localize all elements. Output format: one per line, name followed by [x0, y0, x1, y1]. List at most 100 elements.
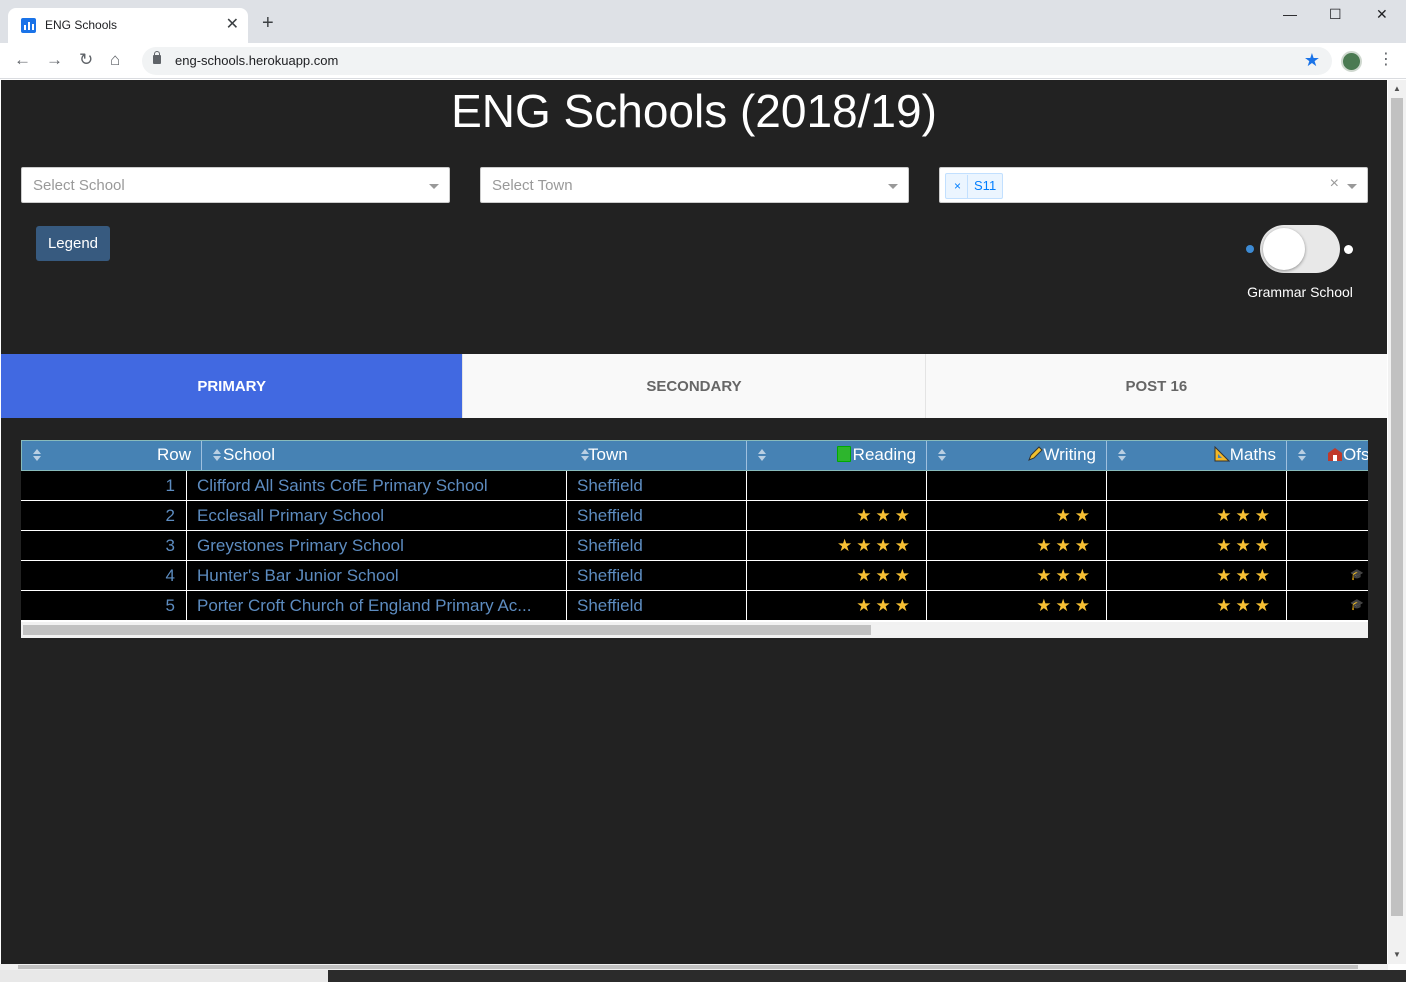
clear-icon[interactable]: ×	[1330, 175, 1339, 193]
chevron-down-icon[interactable]	[888, 184, 898, 189]
cell-row: 3	[21, 531, 187, 560]
sort-icon[interactable]	[1298, 449, 1306, 461]
scrollbar-thumb[interactable]	[23, 625, 871, 635]
toggle-off-indicator	[1246, 245, 1254, 253]
table-row[interactable]: 4 Hunter's Bar Junior School Sheffield ★…	[21, 561, 1368, 591]
header-writing[interactable]: Writing	[927, 441, 1107, 470]
cell-writing	[927, 471, 1107, 500]
chip-remove-icon[interactable]: ×	[946, 175, 969, 199]
table-row[interactable]: 5 Porter Croft Church of England Primary…	[21, 591, 1368, 621]
cell-town-link[interactable]: Sheffield	[567, 471, 747, 500]
header-writing-label: Writing	[1043, 445, 1096, 464]
table-row[interactable]: 1 Clifford All Saints CofE Primary Schoo…	[21, 471, 1368, 501]
minimize-button[interactable]: —	[1283, 6, 1297, 22]
cell-town-link[interactable]: Sheffield	[567, 501, 747, 530]
scroll-down-icon[interactable]: ▼	[1393, 950, 1401, 959]
cell-school-link[interactable]: Porter Croft Church of England Primary A…	[187, 591, 567, 620]
profile-avatar[interactable]	[1341, 51, 1362, 72]
chip-label: S11	[974, 178, 997, 193]
header-row[interactable]: Row	[22, 441, 202, 470]
school-select-placeholder: Select School	[33, 177, 125, 194]
bookmark-star-icon[interactable]: ★	[1304, 50, 1320, 71]
lock-icon	[153, 51, 161, 64]
cell-school-link[interactable]: Hunter's Bar Junior School	[187, 561, 567, 590]
cell-writing: ★★★	[927, 591, 1107, 620]
back-icon[interactable]: ←	[14, 50, 31, 70]
new-tab-button[interactable]: +	[262, 13, 274, 33]
close-window-button[interactable]: ✕	[1376, 6, 1388, 23]
book-icon	[836, 446, 851, 462]
tab-post-16[interactable]: POST 16	[924, 354, 1387, 418]
tab-secondary[interactable]: SECONDARY	[462, 354, 925, 418]
sort-icon[interactable]	[33, 449, 41, 461]
maximize-button[interactable]: ☐	[1329, 6, 1342, 23]
sort-icon[interactable]	[1118, 449, 1126, 461]
cell-school-link[interactable]: Ecclesall Primary School	[187, 501, 567, 530]
sort-icon[interactable]	[938, 449, 946, 461]
cell-reading: ★★★★	[747, 531, 927, 560]
cell-reading	[747, 471, 927, 500]
browser-tab-bar: ENG Schools ✕ + — ☐ ✕	[0, 0, 1406, 43]
cell-town-link[interactable]: Sheffield	[567, 591, 747, 620]
url-text: eng-schools.herokuapp.com	[175, 53, 339, 68]
browser-toolbar: ← → ↻ ⌂ eng-schools.herokuapp.com ★ ⋮	[0, 43, 1406, 79]
toggle-knob[interactable]	[1263, 228, 1305, 270]
school-select[interactable]: Select School	[21, 167, 450, 203]
table-row[interactable]: 3 Greystones Primary School Sheffield ★★…	[21, 531, 1368, 561]
header-town-label: Town	[588, 445, 628, 464]
tab-title: ENG Schools	[45, 18, 118, 32]
page-vertical-scrollbar[interactable]: ▲ ▼	[1388, 80, 1406, 964]
scroll-up-icon[interactable]: ▲	[1393, 84, 1401, 93]
grammar-school-toggle[interactable]	[1260, 225, 1340, 273]
browser-menu-icon[interactable]: ⋮	[1378, 50, 1394, 70]
cell-reading: ★★★	[747, 501, 927, 530]
cell-town-link[interactable]: Sheffield	[567, 561, 747, 590]
pencil-icon	[1027, 446, 1044, 462]
postcode-select[interactable]: × S11 ×	[939, 167, 1368, 203]
scrollbar-thumb[interactable]	[1391, 98, 1403, 916]
header-school[interactable]: School Town	[202, 441, 747, 470]
postcode-chip: × S11	[945, 173, 1004, 199]
cell-ofsted-graduation-cap-icon: 🎓	[1350, 569, 1364, 581]
forward-icon[interactable]: →	[46, 50, 63, 70]
header-ofsted-label: Ofs	[1343, 445, 1368, 464]
browser-tab[interactable]: ENG Schools ✕	[8, 8, 248, 43]
chevron-down-icon[interactable]	[1347, 184, 1357, 189]
cell-maths: ★★★	[1107, 561, 1287, 590]
reload-icon[interactable]: ↻	[79, 50, 93, 70]
cell-ofsted	[1287, 501, 1368, 530]
home-icon[interactable]: ⌂	[110, 50, 120, 70]
cell-ofsted	[1287, 531, 1368, 560]
school-building-icon	[1327, 446, 1342, 462]
page-title: ENG Schools (2018/19)	[451, 85, 937, 137]
header-reading[interactable]: Reading	[747, 441, 927, 470]
schools-table: Row School Town Reading Writing Maths Of…	[21, 440, 1368, 638]
cell-school-link[interactable]: Clifford All Saints CofE Primary School	[187, 471, 567, 500]
table-row[interactable]: 2 Ecclesall Primary School Sheffield ★★★…	[21, 501, 1368, 531]
cell-school-link[interactable]: Greystones Primary School	[187, 531, 567, 560]
tab-primary[interactable]: PRIMARY	[1, 354, 463, 418]
header-maths[interactable]: Maths	[1107, 441, 1287, 470]
legend-button[interactable]: Legend	[36, 226, 110, 261]
cell-maths: ★★★	[1107, 501, 1287, 530]
cell-writing: ★★	[927, 501, 1107, 530]
chevron-down-icon[interactable]	[429, 184, 439, 189]
cell-maths: ★★★	[1107, 591, 1287, 620]
cell-row: 1	[21, 471, 187, 500]
cell-maths	[1107, 471, 1287, 500]
cell-writing: ★★★	[927, 561, 1107, 590]
scrollbar-thumb[interactable]	[18, 965, 1358, 969]
table-horizontal-scrollbar[interactable]	[21, 622, 1368, 638]
toggle-on-indicator	[1344, 245, 1353, 254]
cell-town-link[interactable]: Sheffield	[567, 531, 747, 560]
sort-icon[interactable]	[758, 449, 766, 461]
header-ofsted[interactable]: Ofs	[1287, 441, 1368, 470]
address-bar[interactable]: eng-schools.herokuapp.com ★	[142, 47, 1332, 75]
cell-ofsted-graduation-cap-icon: 🎓	[1350, 599, 1364, 611]
cell-writing: ★★★	[927, 531, 1107, 560]
close-tab-icon[interactable]: ✕	[226, 15, 239, 35]
town-select[interactable]: Select Town	[480, 167, 909, 203]
sort-icon[interactable]	[213, 449, 221, 461]
sort-icon[interactable]	[581, 449, 589, 461]
cell-row: 2	[21, 501, 187, 530]
